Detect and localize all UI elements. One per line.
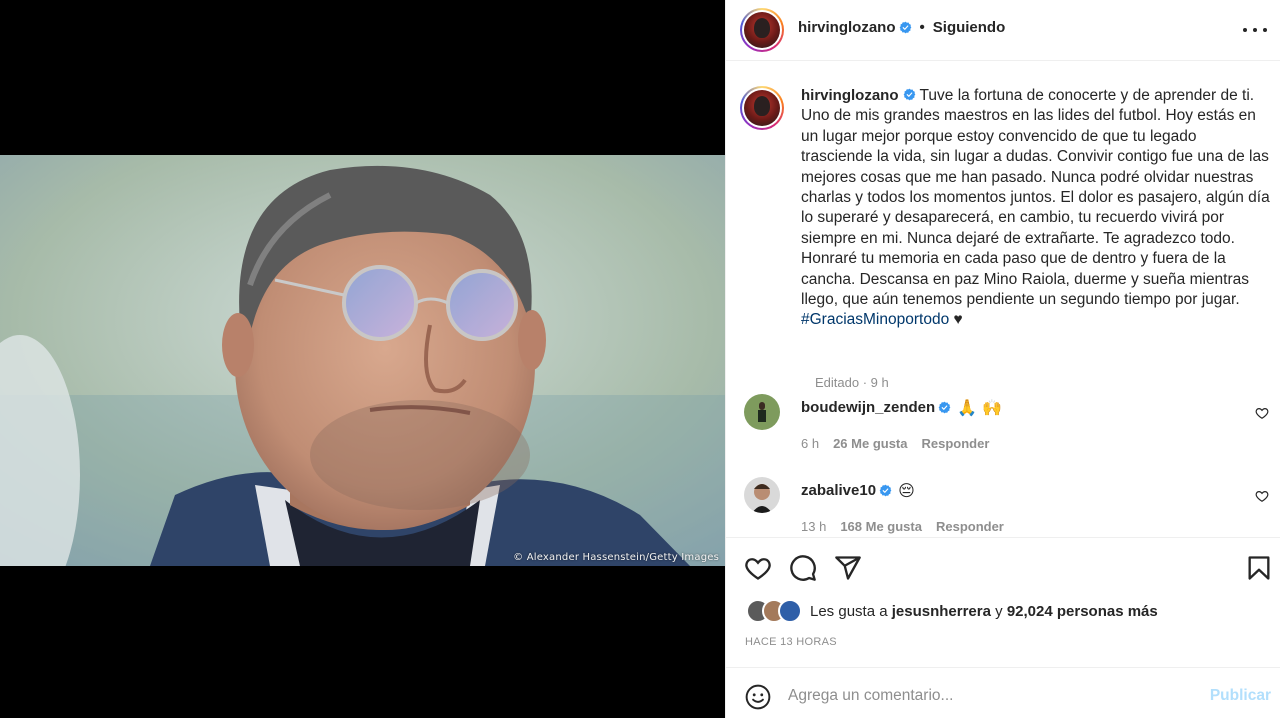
more-options-icon[interactable] [1243,20,1267,40]
header-separator: • [919,19,925,36]
comment-meta: 13 h 168 Me gusta Responder [801,519,1004,534]
comments-scroll-area[interactable]: hirvinglozano Tuve la fortuna de conocer… [726,62,1280,536]
paper-plane-icon[interactable] [834,554,862,582]
following-button[interactable]: Siguiendo [933,19,1006,36]
caption-heart: ♥ [953,311,963,329]
comment-input[interactable] [788,680,1188,712]
verified-badge-icon [879,484,892,497]
reply-button[interactable]: Responder [922,436,990,451]
reply-button[interactable]: Responder [936,519,1004,534]
publish-button[interactable]: Publicar [1210,687,1271,705]
post-time[interactable]: HACE 13 HORAS [745,636,837,648]
commenter-avatar[interactable] [744,477,780,513]
portrait-illustration [0,155,725,566]
verified-badge-icon [899,21,911,34]
comment-body: zabalive10 😔 [801,481,915,500]
bookmark-icon[interactable] [1245,554,1273,582]
smile-icon[interactable] [745,684,771,710]
comment-item: boudewijn_zenden 🙏 🙌 6 h 26 Me gusta Res… [744,394,1269,454]
likes-others[interactable]: 92,024 personas más [1007,603,1158,620]
caption-meta: Editado · 9 h [815,375,889,390]
caption-hashtag[interactable]: #GraciasMinoportodo [801,311,949,328]
comment-time[interactable]: 13 h [801,519,826,534]
commenter-username[interactable]: boudewijn_zenden [801,399,935,416]
photo-credit: © Alexander Hassenstein/Getty Images [513,552,719,563]
caption-username[interactable]: hirvinglozano [801,87,899,104]
commenter-avatar[interactable] [744,394,780,430]
post-photo[interactable]: © Alexander Hassenstein/Getty Images [0,155,725,566]
verified-badge-icon [938,401,951,414]
comment-body: boudewijn_zenden 🙏 🙌 [801,398,1002,417]
likes-summary: Les gusta a jesusnherrera y 92,024 perso… [746,599,1158,623]
verified-badge-icon [903,88,915,101]
media-pane: © Alexander Hassenstein/Getty Images [0,0,725,718]
comment-item: zabalive10 😔 13 h 168 Me gusta Responder [744,477,1269,536]
caption-text: hirvinglozano Tuve la fortuna de conocer… [801,86,1271,331]
comment-likes[interactable]: 168 Me gusta [840,519,922,534]
author-username[interactable]: hirvinglozano [798,19,896,36]
likes-connector: y [995,602,1003,620]
post-actions: Les gusta a jesusnherrera y 92,024 perso… [726,537,1280,667]
comment-icon[interactable] [789,554,817,582]
post-header: hirvinglozano • Siguiendo [726,0,1280,61]
comment-emojis: 🙏 🙌 [957,398,1003,417]
heart-icon[interactable] [1255,489,1269,503]
comment-likes[interactable]: 26 Me gusta [833,436,907,451]
comment-time[interactable]: 6 h [801,436,819,451]
liker-avatars[interactable] [746,599,804,623]
caption-body: Tuve la fortuna de conocerte y de aprend… [801,87,1270,309]
heart-icon[interactable] [744,554,772,582]
author-avatar[interactable] [740,8,784,52]
comment-meta: 6 h 26 Me gusta Responder [801,436,989,451]
likes-prefix: Les gusta a [810,602,888,620]
caption-avatar[interactable] [740,86,784,130]
commenter-username[interactable]: zabalive10 [801,482,876,499]
heart-icon[interactable] [1255,406,1269,420]
post-details-pane: hirvinglozano • Siguiendo hirvinglozano … [725,0,1280,718]
comment-emojis: 😔 [898,481,915,500]
header-row: hirvinglozano • Siguiendo [798,19,1005,36]
likes-user[interactable]: jesusnherrera [892,603,991,620]
add-comment-bar: Publicar [726,667,1280,718]
